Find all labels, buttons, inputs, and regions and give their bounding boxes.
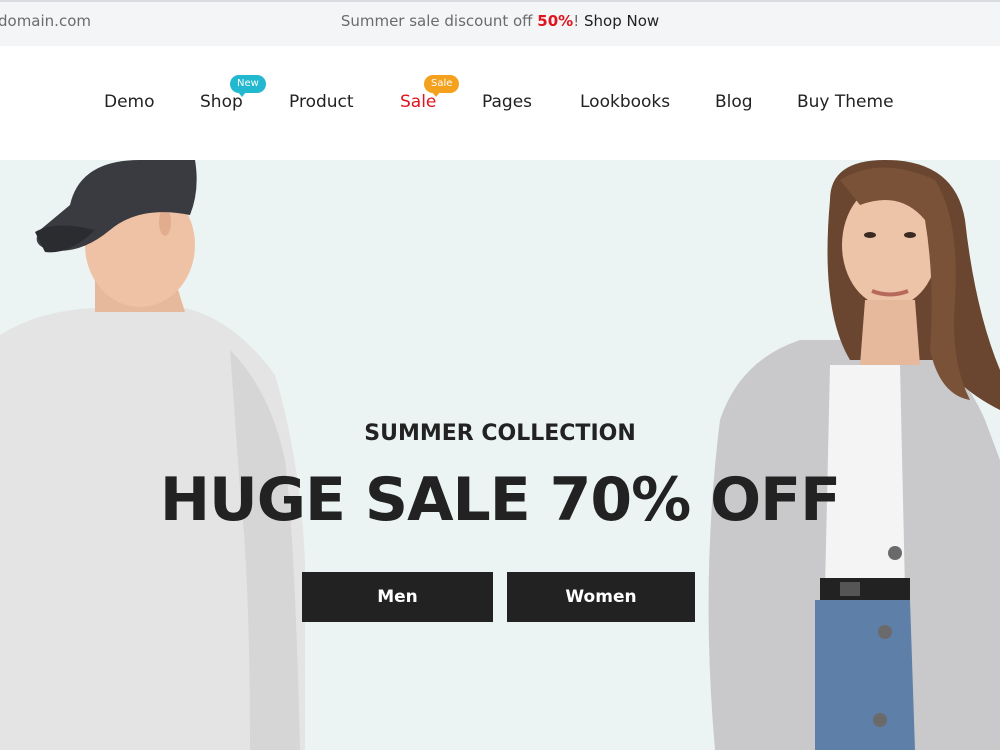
sale-badge: Sale [424, 75, 460, 97]
woman-model-illustration [708, 160, 1000, 750]
shop-men-button[interactable]: Men [302, 572, 493, 622]
promo-exclaim: ! [573, 12, 584, 30]
nav-item-sale-label: Sale [400, 92, 437, 112]
nav-item-demo[interactable]: Demo [104, 92, 155, 112]
hero-banner: SUMMER COLLECTION HUGE SALE 70% OFF Men … [0, 160, 1000, 750]
announcement-bar: domain.com Summer sale discount off 50%!… [0, 0, 1000, 46]
man-model-illustration [0, 160, 305, 750]
nav-item-buy-theme[interactable]: Buy Theme [797, 92, 894, 112]
promo-percent: 50% [537, 12, 574, 30]
hero-headline: HUGE SALE 70% OFF [159, 465, 841, 535]
nav-item-product[interactable]: Product [289, 92, 354, 112]
nav-item-pages[interactable]: Pages [482, 92, 532, 112]
shop-women-button[interactable]: Women [507, 572, 695, 622]
nav-item-shop-label: Shop [200, 92, 243, 112]
main-navigation: Demo Shop New Product Sale Sale Pages Lo… [0, 46, 1000, 160]
nav-item-sale[interactable]: Sale Sale [400, 75, 460, 112]
new-badge: New [230, 75, 266, 97]
nav-item-shop[interactable]: Shop New [200, 75, 266, 112]
nav-item-lookbooks[interactable]: Lookbooks [580, 92, 670, 112]
shop-now-link[interactable]: Shop Now [584, 12, 659, 30]
hero-models-image [0, 160, 1000, 750]
promo-message: Summer sale discount off 50%! Shop Now [0, 12, 1000, 30]
hero-eyebrow: SUMMER COLLECTION [364, 421, 636, 446]
nav-item-blog[interactable]: Blog [715, 92, 753, 112]
promo-text: Summer sale discount off [340, 12, 538, 30]
